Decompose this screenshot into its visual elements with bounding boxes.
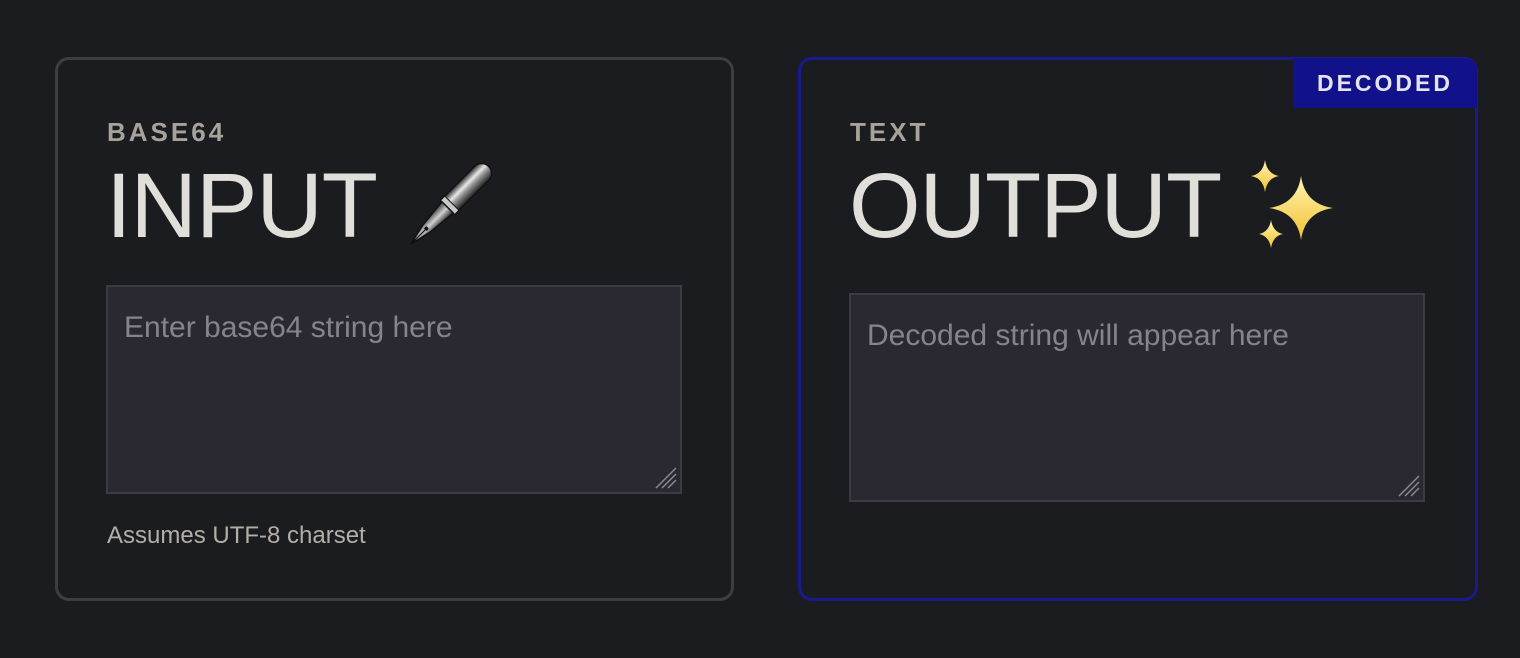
input-title: INPUT: [106, 155, 378, 257]
input-eyebrow-label: BASE64: [107, 117, 227, 147]
charset-hint: Assumes UTF-8 charset: [107, 522, 366, 549]
resize-grip-icon[interactable]: [652, 464, 678, 490]
base64-input[interactable]: [108, 287, 680, 492]
input-panel: BASE64 INPUT Enter base64 string here As…: [55, 57, 734, 601]
resize-grip-icon[interactable]: [1395, 472, 1421, 498]
output-heading: OUTPUT: [849, 156, 1343, 256]
input-field-wrapper: [106, 285, 682, 494]
output-title: OUTPUT: [849, 155, 1222, 257]
input-heading: INPUT: [106, 156, 499, 256]
decoded-status-badge: DECODED: [1293, 58, 1477, 108]
output-eyebrow-label: TEXT: [850, 117, 929, 147]
decoded-output[interactable]: [851, 295, 1423, 500]
sparkles-icon: [1251, 160, 1334, 248]
output-field-wrapper: [849, 293, 1425, 502]
output-panel: DECODED TEXT OUTPUT: [798, 57, 1478, 601]
fountain-pen-icon: [410, 162, 493, 245]
